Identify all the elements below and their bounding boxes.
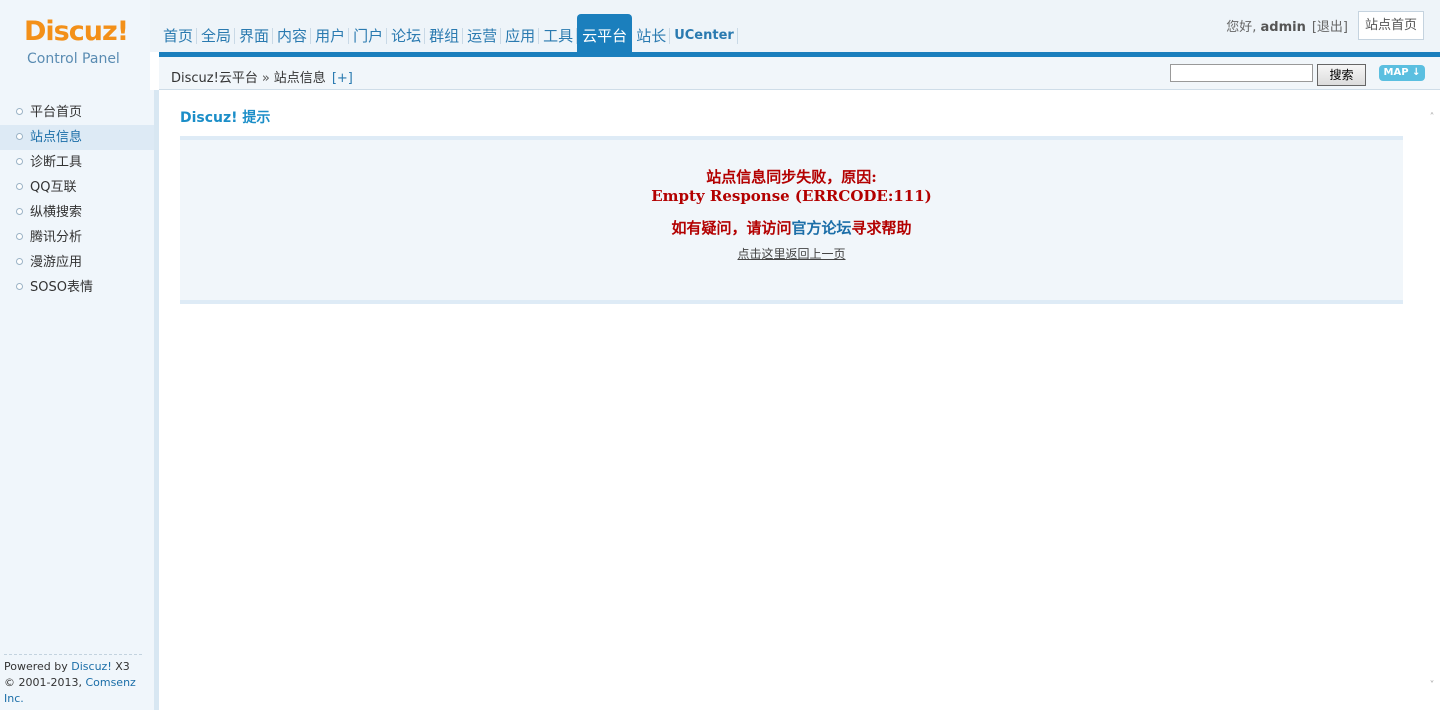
powered-by: Powered by Discuz! X3	[4, 659, 142, 675]
bullet-icon	[16, 183, 23, 190]
sidebar-item-label: 纵横搜索	[30, 205, 83, 220]
sidebar-item-analytics[interactable]: 腾讯分析	[0, 225, 154, 250]
sidebar-item-site-info[interactable]: 站点信息	[0, 125, 154, 150]
page-title: Discuz! 提示	[180, 110, 271, 126]
nav-ucenter[interactable]: UCenter	[670, 14, 738, 52]
map-label: MAP	[1383, 67, 1409, 78]
user-greeting: 您好, admin	[1226, 16, 1306, 35]
logo-subtitle: Control Panel	[27, 51, 120, 67]
error-message: 站点信息同步失败，原因:	[706, 168, 877, 186]
nav-user[interactable]: 用户	[311, 14, 350, 52]
sidebar-item-label: QQ互联	[30, 180, 77, 195]
breadcrumb-root[interactable]: Discuz!云平台	[171, 71, 258, 86]
sidebar-item-label: 平台首页	[30, 105, 83, 120]
breadcrumb-separator: »	[261, 71, 270, 86]
user-area: 您好, admin [退出] 站点首页	[1226, 11, 1424, 40]
nav-plugin[interactable]: 应用	[501, 14, 540, 52]
subheader: Discuz!云平台» 站点信息 [+] 搜索 MAP ↓	[159, 57, 1440, 90]
official-forum-link[interactable]: 官方论坛	[791, 219, 851, 237]
nav-global[interactable]: 全局	[197, 14, 236, 52]
notice-box: 站点信息同步失败，原因: Empty Response (ERRCODE:111…	[180, 136, 1403, 304]
sidebar-item-soso-smilies[interactable]: SOSO表情	[0, 275, 154, 300]
help-prefix: 如有疑问，请访问	[671, 219, 792, 237]
sidebar-menu: 平台首页 站点信息 诊断工具 QQ互联 纵横搜索 腾讯分析 漫游应用 SOSO表…	[0, 100, 154, 300]
sidebar-item-label: 站点信息	[30, 130, 83, 145]
breadcrumb: Discuz!云平台» 站点信息 [+]	[171, 67, 353, 86]
main-content: Discuz! 提示 站点信息同步失败，原因: Empty Response (…	[160, 91, 1424, 710]
sidebar: 平台首页 站点信息 诊断工具 QQ互联 纵横搜索 腾讯分析 漫游应用 SOSO表…	[0, 90, 159, 710]
search-input[interactable]	[1170, 64, 1313, 82]
map-button[interactable]: MAP ↓	[1379, 65, 1425, 81]
help-message: 如有疑问，请访问官方论坛寻求帮助	[180, 219, 1403, 238]
error-reason: Empty Response (ERRCODE:111)	[651, 187, 932, 205]
nav-forum[interactable]: 论坛	[387, 14, 426, 52]
add-shortcut-link[interactable]: [+]	[332, 71, 353, 86]
nav-style[interactable]: 界面	[235, 14, 274, 52]
nav-cloud[interactable]: 云平台	[577, 14, 633, 52]
scroll-up-icon[interactable]: ˄	[1427, 113, 1437, 123]
header: Discuz! Control Panel 首页 全局 界面 内容 用户 门户 …	[0, 0, 1440, 90]
sidebar-item-platform-home[interactable]: 平台首页	[0, 100, 154, 125]
powered-prefix: Powered by	[4, 660, 68, 673]
sidebar-item-search[interactable]: 纵横搜索	[0, 200, 154, 225]
nav-founder[interactable]: 站长	[632, 14, 671, 52]
help-suffix: 寻求帮助	[851, 219, 912, 237]
sidebar-item-label: 诊断工具	[30, 155, 83, 170]
bullet-icon	[16, 208, 23, 215]
arrow-down-icon: ↓	[1412, 67, 1421, 78]
logout-link[interactable]: [退出]	[1312, 16, 1348, 35]
username: admin	[1260, 20, 1306, 35]
copyright-years: © 2001-2013,	[4, 676, 82, 689]
nav-content[interactable]: 内容	[273, 14, 312, 52]
bullet-icon	[16, 233, 23, 240]
breadcrumb-current: 站点信息	[273, 71, 326, 86]
sidebar-item-label: 漫游应用	[30, 255, 83, 270]
scroll-down-icon[interactable]: ˅	[1427, 681, 1437, 691]
main-nav: 首页 全局 界面 内容 用户 门户 论坛 群组 运营 应用 工具 云平台 站长 …	[159, 14, 738, 52]
logo-brand-mark: !	[116, 16, 129, 47]
version: X3	[115, 660, 130, 673]
nav-home[interactable]: 首页	[159, 14, 198, 52]
sidebar-item-label: SOSO表情	[30, 280, 93, 295]
bullet-icon	[16, 108, 23, 115]
back-link[interactable]: 点击这里返回上一页	[737, 245, 845, 262]
logo-brand: Discuz!	[24, 16, 129, 47]
sidebar-item-diagnostics[interactable]: 诊断工具	[0, 150, 154, 175]
copyright: © 2001-2013, Comsenz Inc.	[4, 675, 142, 707]
bullet-icon	[16, 158, 23, 165]
scrollbar[interactable]: ˄ ˅	[1424, 91, 1440, 710]
nav-operation[interactable]: 运营	[463, 14, 502, 52]
logo[interactable]: Discuz! Control Panel	[0, 0, 150, 90]
sidebar-item-qq-connect[interactable]: QQ互联	[0, 175, 154, 200]
site-home-button[interactable]: 站点首页	[1357, 11, 1424, 40]
search-button[interactable]: 搜索	[1317, 64, 1366, 86]
nav-group[interactable]: 群组	[425, 14, 464, 52]
greeting-text: 您好,	[1226, 20, 1257, 35]
bullet-icon	[16, 133, 23, 140]
nav-tools[interactable]: 工具	[539, 14, 578, 52]
sidebar-item-label: 腾讯分析	[30, 230, 83, 245]
bullet-icon	[16, 258, 23, 265]
nav-portal[interactable]: 门户	[349, 14, 388, 52]
sidebar-item-manyou[interactable]: 漫游应用	[0, 250, 154, 275]
discuz-link[interactable]: Discuz!	[71, 660, 111, 673]
sidebar-footer: Powered by Discuz! X3 © 2001-2013, Comse…	[4, 654, 142, 707]
logo-brand-text: Discuz	[24, 16, 118, 47]
bullet-icon	[16, 283, 23, 290]
